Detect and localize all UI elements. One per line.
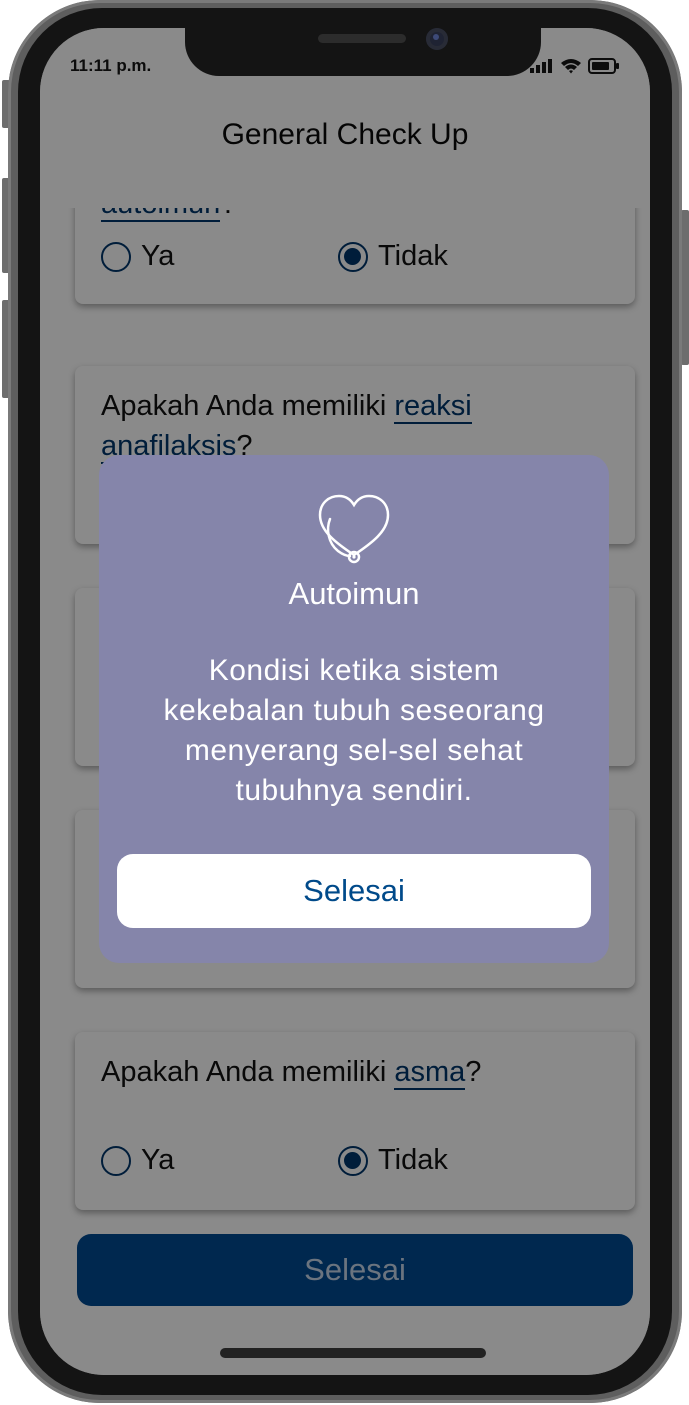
phone-frame: 11:11 p.m. General Check Up Ya Tidak Apa… [8,0,682,1403]
phone-screen: 11:11 p.m. General Check Up Ya Tidak Apa… [40,28,650,1375]
battery-icon [588,58,619,74]
modal-close-button[interactable]: Selesai [117,854,591,928]
home-indicator[interactable] [220,1348,486,1358]
modal-title: Autoimun [288,576,420,611]
phone-bezel: 11:11 p.m. General Check Up Ya Tidak Apa… [18,8,672,1395]
heart-stethoscope-icon [318,494,390,564]
speaker [318,34,406,43]
status-time: 11:11 p.m. [70,56,152,75]
status-icons [530,58,620,74]
wifi-icon [561,59,581,74]
notch [185,28,541,76]
power-button [681,210,689,365]
info-modal: Autoimun Kondisi ketika sistem kekebalan… [99,455,609,963]
front-camera [426,28,448,50]
modal-description: Kondisi ketika sistem kekebalan tubuh se… [163,654,545,807]
